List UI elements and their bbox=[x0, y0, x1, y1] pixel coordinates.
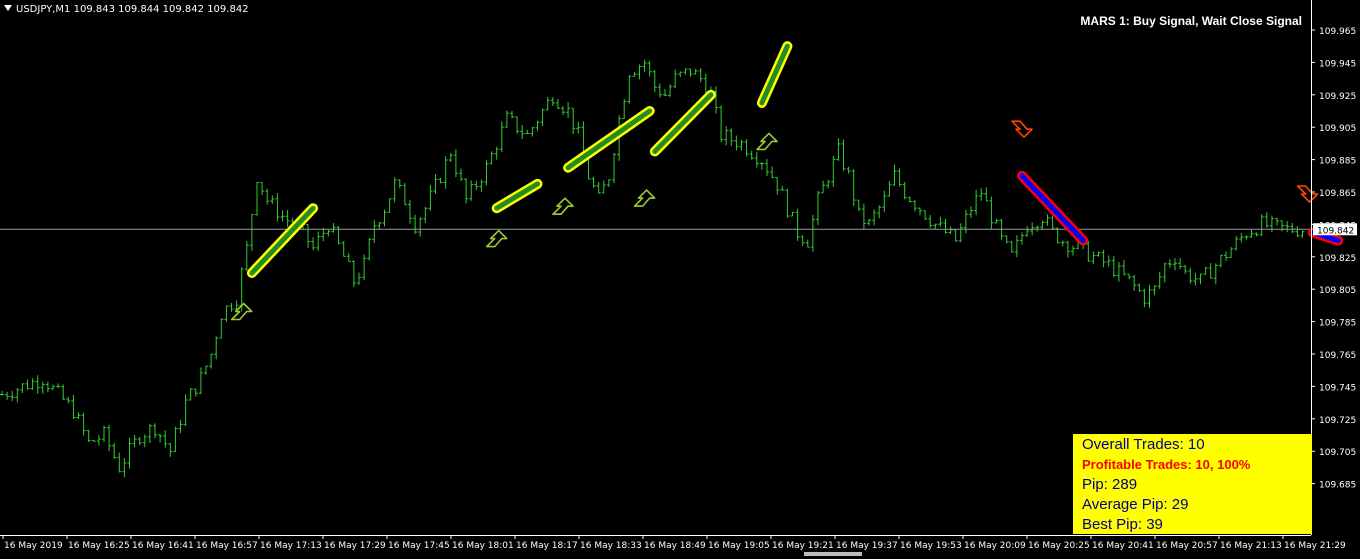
buy-arrow-icon-shape bbox=[485, 229, 508, 248]
sell-arrow-icon-shape bbox=[1011, 120, 1033, 138]
time-tick-label: 16 May 18:01 bbox=[452, 541, 514, 551]
time-tick-label: 16 May 20:57 bbox=[1156, 541, 1218, 551]
buy-arrow-icon-shape bbox=[230, 302, 253, 321]
price-bars bbox=[0, 59, 1305, 478]
overall-trades: Overall Trades: 10 bbox=[1082, 436, 1205, 453]
price-tick-label: 109.965 bbox=[1319, 27, 1356, 37]
price-tick-label: 109.705 bbox=[1319, 448, 1356, 458]
time-tick-label: 16 May 21:13 bbox=[1220, 541, 1282, 551]
time-tick-label: 16 May 18:17 bbox=[516, 541, 578, 551]
plot-area bbox=[0, 41, 1344, 478]
pip-total: Pip: 289 bbox=[1082, 476, 1138, 493]
buy-arrow-icon-shape bbox=[552, 197, 574, 215]
buy-trade-segment-line bbox=[759, 43, 790, 106]
time-tick-label: 16 May 20:41 bbox=[1092, 541, 1154, 551]
time-tick-label: 16 May 20:09 bbox=[964, 541, 1026, 551]
time-tick-label: 16 May 17:13 bbox=[260, 541, 322, 551]
signal-status: MARS 1: Buy Signal, Wait Close Signal bbox=[1080, 14, 1302, 28]
price-tick-label: 109.785 bbox=[1319, 319, 1356, 329]
current-price-label: 109.842 bbox=[1317, 226, 1354, 236]
buy-arrow-icon bbox=[485, 229, 508, 248]
time-tick-label: 16 May 19:37 bbox=[836, 541, 898, 551]
price-tick-label: 109.945 bbox=[1319, 59, 1356, 69]
price-tick-label: 109.685 bbox=[1319, 481, 1356, 491]
time-tick-label: 16 May 19:21 bbox=[772, 541, 834, 551]
price-tick-label: 109.745 bbox=[1319, 383, 1356, 393]
time-tick-label: 16 May 18:33 bbox=[580, 541, 642, 551]
average-pip: Average Pip: 29 bbox=[1082, 496, 1189, 513]
time-tick-label: 16 May 18:49 bbox=[644, 541, 706, 551]
time-tick-label: 16 May 17:29 bbox=[324, 541, 386, 551]
time-tick-label: 16 May 19:05 bbox=[708, 541, 770, 551]
best-pip: Best Pip: 39 bbox=[1082, 516, 1163, 533]
time-tick-label: 16 May 21:29 bbox=[1284, 541, 1346, 551]
time-tick-label: 16 May 20:25 bbox=[1028, 541, 1090, 551]
price-tick-label: 109.865 bbox=[1319, 189, 1356, 199]
ohlc-values: 109.843 109.844 109.842 109.842 bbox=[73, 4, 249, 15]
buy-trade-segment bbox=[649, 89, 716, 157]
profitable-trades: Profitable Trades: 10, 100% bbox=[1082, 457, 1251, 472]
price-tick-label: 109.925 bbox=[1319, 92, 1356, 102]
price-tick-label: 109.725 bbox=[1319, 416, 1356, 426]
price-tick-label: 109.765 bbox=[1319, 351, 1356, 361]
symbol-label: USDJPY,M1 bbox=[16, 4, 71, 15]
buy-trade-segment-line bbox=[565, 108, 653, 171]
time-tick-label: 16 May 17:45 bbox=[388, 541, 450, 551]
buy-arrow-icon bbox=[633, 189, 656, 207]
scroll-marker bbox=[804, 552, 862, 556]
sell-arrow-icon bbox=[1296, 185, 1319, 203]
buy-arrow-icon-shape bbox=[633, 189, 656, 207]
buy-trade-segment bbox=[756, 41, 793, 108]
sell-arrow-icon bbox=[1011, 120, 1033, 138]
stats-panel: Overall Trades: 10 Profitable Trades: 10… bbox=[1073, 434, 1312, 534]
buy-trade-segment bbox=[491, 178, 543, 214]
sell-arrow-icon-shape bbox=[1296, 185, 1319, 203]
buy-arrow-icon-shape bbox=[756, 132, 778, 151]
price-tick-label: 109.825 bbox=[1319, 254, 1356, 264]
buy-arrow-icon bbox=[756, 132, 778, 151]
price-tick-label: 109.805 bbox=[1319, 286, 1356, 296]
buy-trade-segment-line bbox=[494, 181, 540, 211]
time-tick-label: 16 May 16:41 bbox=[132, 541, 194, 551]
time-tick-label: 16 May 2019 bbox=[4, 541, 63, 551]
time-axis: 16 May 2019 16 May 16:25 16 May 16:41 16 Ma… bbox=[0, 535, 1346, 556]
chart-header: USDJPY,M1 109.843 109.844 109.842 109.84… bbox=[4, 4, 249, 15]
time-tick-label: 16 May 16:57 bbox=[196, 541, 258, 551]
buy-trade-segment-line bbox=[652, 92, 714, 154]
buy-arrow-icon bbox=[552, 197, 574, 215]
dropdown-triangle-icon[interactable] bbox=[4, 5, 12, 11]
time-tick-label: 16 May 16:25 bbox=[68, 541, 130, 551]
price-tick-label: 109.905 bbox=[1319, 124, 1356, 134]
price-tick-label: 109.885 bbox=[1319, 157, 1356, 167]
buy-trade-segment bbox=[563, 106, 655, 173]
price-axis: 109.965 109.945 109.925 109.905 109.885 109.8… bbox=[1311, 0, 1357, 535]
buy-arrow-icon bbox=[230, 302, 253, 321]
time-tick-label: 16 May 19:53 bbox=[900, 541, 962, 551]
